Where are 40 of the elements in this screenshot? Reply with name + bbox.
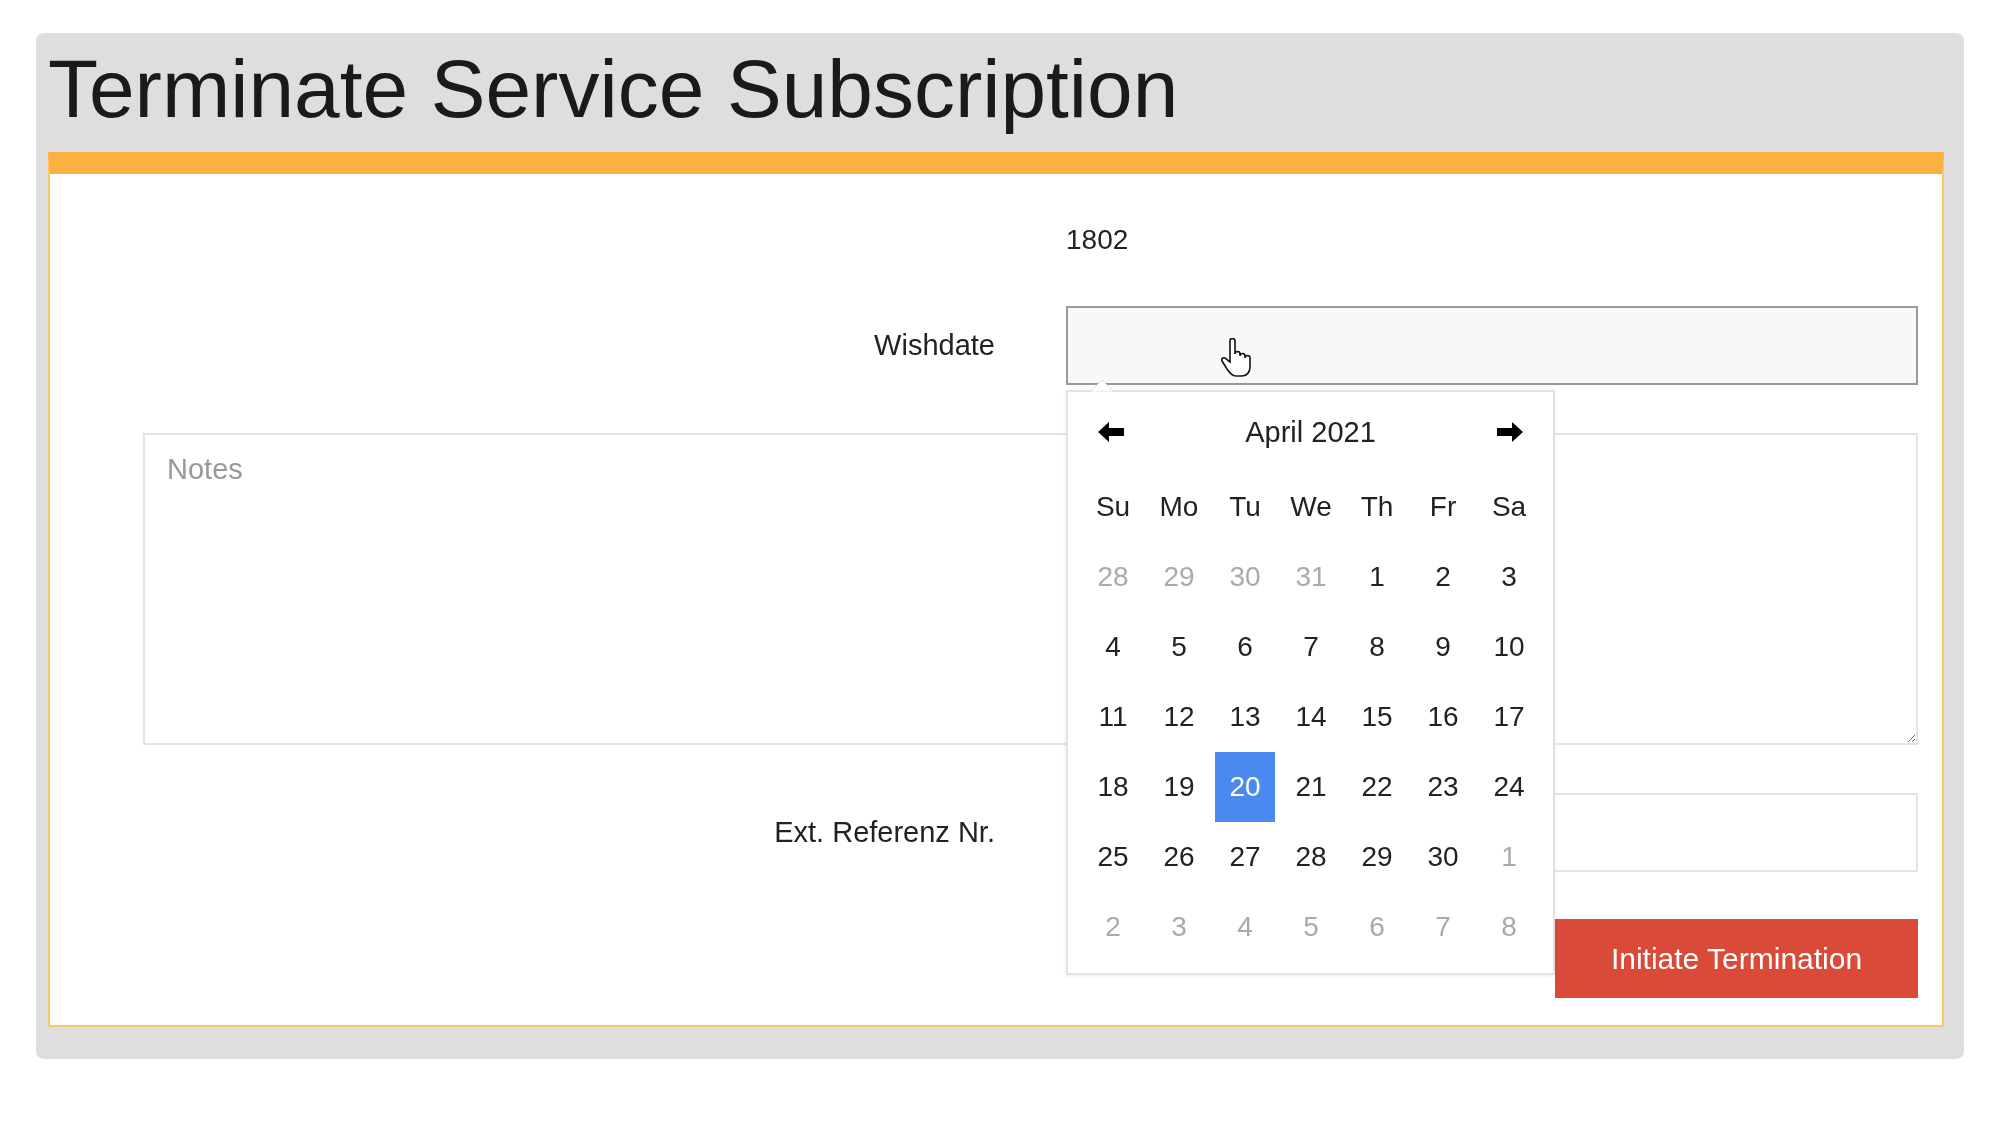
calendar-day[interactable]: 1 [1344,542,1410,612]
calendar-day[interactable]: 23 [1410,752,1476,822]
weekday-header: Tu [1228,490,1262,524]
date-field[interactable] [1066,306,1918,385]
calendar-day[interactable]: 2 [1410,542,1476,612]
weekday-header: Su [1094,490,1132,524]
calendar-day[interactable]: 19 [1146,752,1212,822]
calendar-day[interactable]: 10 [1476,612,1542,682]
hand-cursor-icon [1221,338,1251,378]
previous-month-button[interactable] [1098,422,1124,442]
field-label: Wishdate [873,329,995,362]
calendar-day[interactable]: 8 [1344,612,1410,682]
calendar-day[interactable]: 5 [1146,612,1212,682]
calendar-day[interactable]: 18 [1080,752,1146,822]
calendar-day[interactable]: 26 [1146,822,1212,892]
submit-button[interactable]: Initiate Termination [1555,919,1918,998]
calendar-day[interactable]: 28 [1278,822,1344,892]
id-value: 1802 [1066,223,1130,257]
next-month-button[interactable] [1497,422,1523,442]
weekday-header: Fr [1428,490,1458,524]
calendar-day[interactable]: 22 [1344,752,1410,822]
weekday-header: Mo [1158,490,1200,524]
calendar-day[interactable]: 3 [1476,542,1542,612]
weekday-header: Th [1359,490,1395,524]
calendar-day[interactable]: 27 [1212,822,1278,892]
weekday-header: Sa [1490,490,1528,524]
left-arrow-icon [1098,422,1124,442]
field-label: Ext. Referenz Nr. [773,816,995,849]
weekday-header: We [1289,490,1333,524]
calendar-day[interactable]: 6 [1212,612,1278,682]
calendar-day[interactable]: 9 [1410,612,1476,682]
calendar-day[interactable]: 30 [1410,822,1476,892]
page-title: Terminate Service Subscription [48,42,1180,136]
calendar-day[interactable]: 25 [1080,822,1146,892]
calendar-day[interactable]: 21 [1278,752,1344,822]
calendar-day[interactable]: 7 [1278,612,1344,682]
right-arrow-icon [1497,422,1523,442]
calendar-day[interactable]: 24 [1476,752,1542,822]
calendar-day[interactable]: 29 [1344,822,1410,892]
calendar-day[interactable]: 4 [1080,612,1146,682]
